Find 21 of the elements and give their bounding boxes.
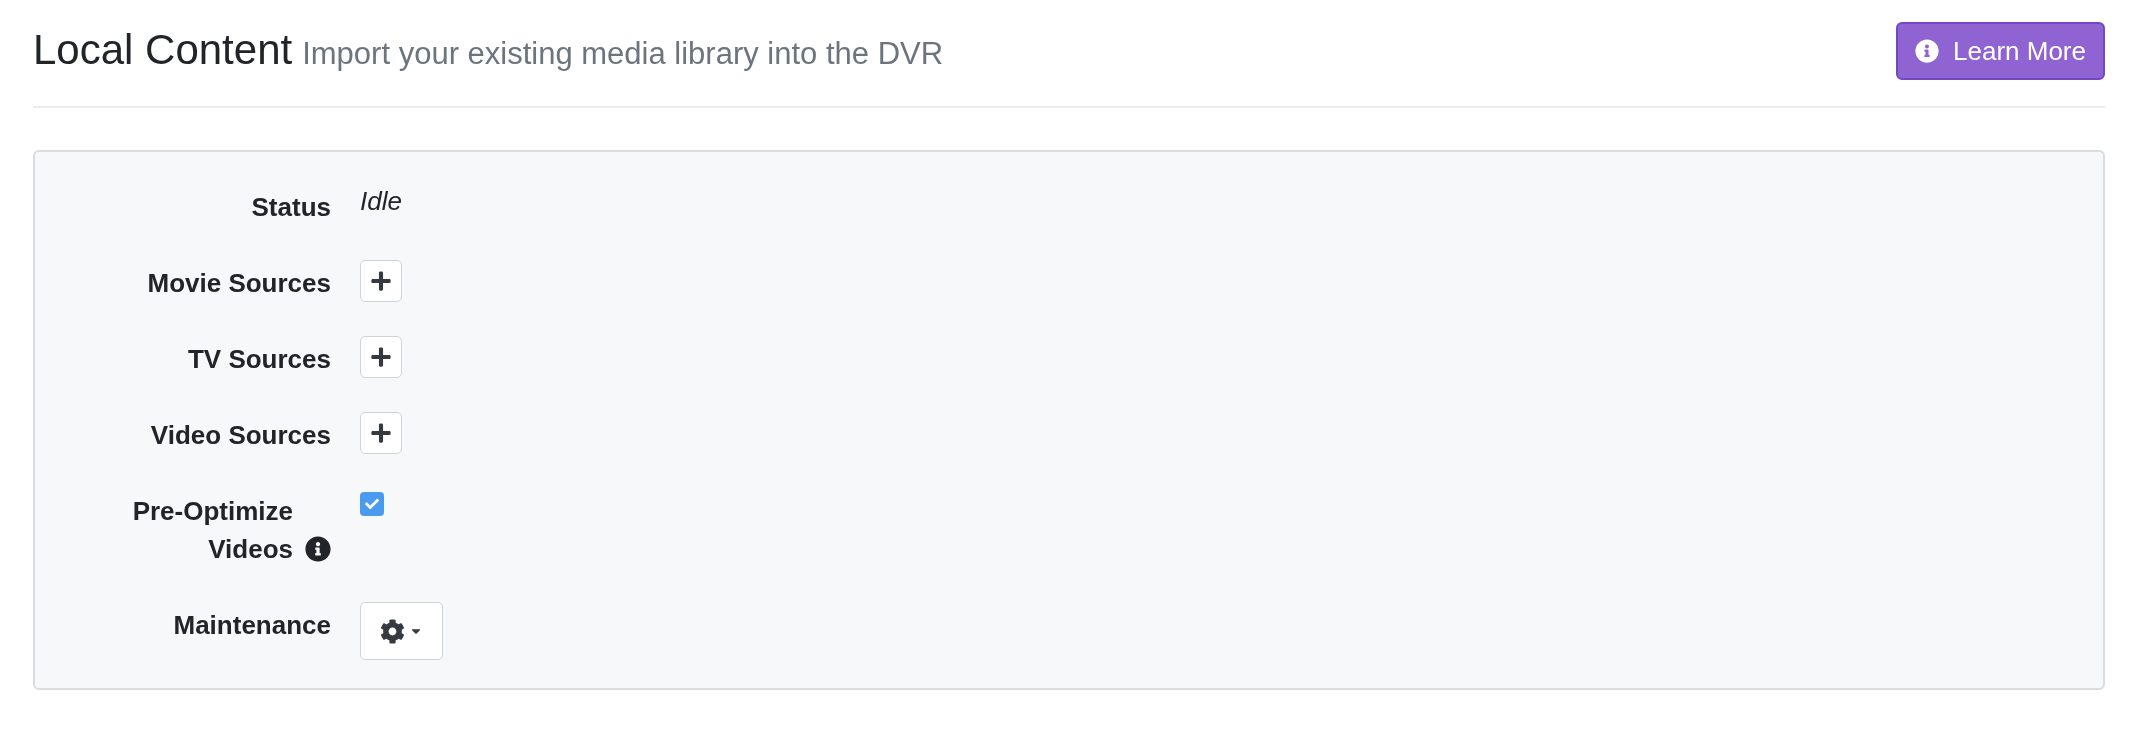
info-icon [1915, 39, 1940, 63]
plus-icon [370, 270, 392, 292]
add-button[interactable] [360, 412, 402, 454]
checkbox[interactable] [360, 492, 384, 516]
field-label: Pre-Optimize Videos [131, 495, 293, 566]
page-subtitle: Import your existing media library into the DVR [302, 35, 944, 74]
status-value: Idle [360, 185, 402, 218]
page-title: Local Content [33, 25, 293, 76]
field-label: Movie Sources [147, 267, 331, 300]
field-label: Status [251, 191, 331, 224]
learn-more-button[interactable]: Learn More [1896, 22, 2105, 80]
field-label: Maintenance [173, 609, 331, 642]
plus-icon [370, 422, 392, 444]
settings-dropdown-button[interactable] [360, 602, 443, 660]
field-label: TV Sources [187, 343, 331, 376]
add-button[interactable] [360, 260, 402, 302]
plus-icon [370, 346, 392, 368]
add-button[interactable] [360, 336, 402, 378]
field-label: Video Sources [150, 419, 331, 452]
gear-icon [380, 618, 405, 644]
check-icon [365, 497, 379, 511]
